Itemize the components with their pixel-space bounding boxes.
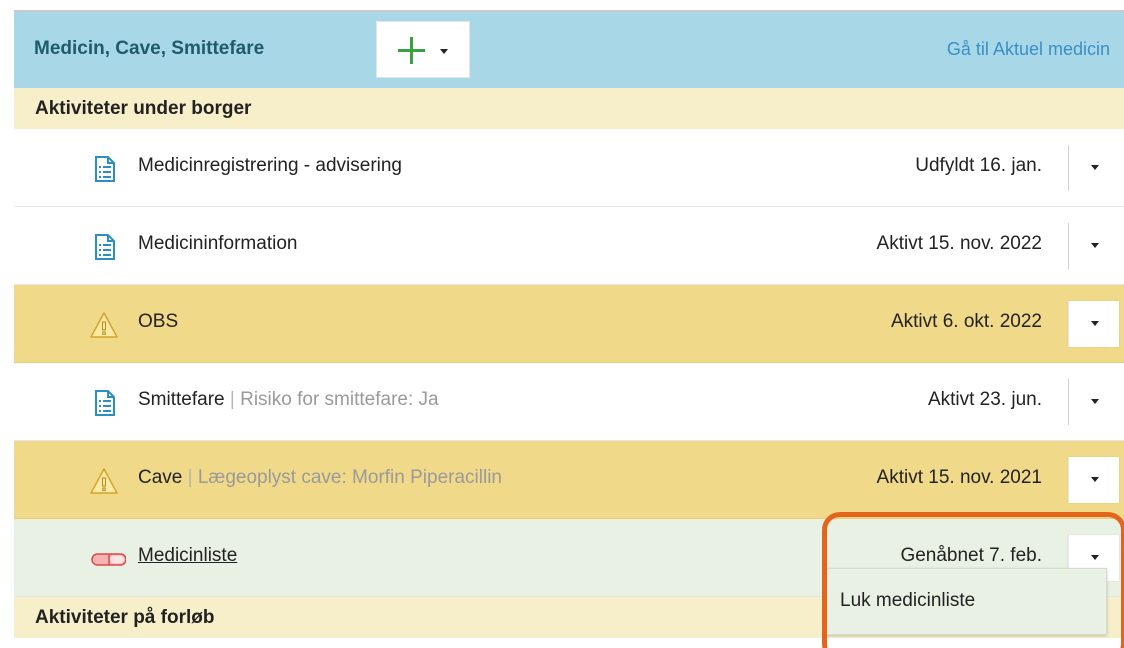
add-activity-button[interactable] <box>376 21 470 78</box>
activity-title: Cave | Lægeoplyst cave: Morfin Piperacil… <box>138 467 502 488</box>
panel-header: Medicin, Cave, Smittefare Gå til Aktuel … <box>14 12 1124 88</box>
row-menu-button[interactable] <box>1068 145 1119 191</box>
chevron-down-icon <box>1091 321 1099 326</box>
dropdown-item-label: Luk medicinliste <box>840 590 976 611</box>
plus-icon <box>398 37 425 64</box>
activity-title: Medicininformation <box>138 233 298 254</box>
section-label: Aktiviteter under borger <box>35 98 252 119</box>
activity-row-obs[interactable]: OBS Aktivt 6. okt. 2022 <box>14 285 1124 363</box>
chevron-down-icon <box>1091 555 1099 560</box>
section-header-borger: Aktiviteter under borger <box>14 88 1124 129</box>
activity-row-medicininformation[interactable]: Medicininformation Aktivt 15. nov. 2022 <box>14 207 1124 285</box>
activity-status: Aktivt 15. nov. 2022 <box>876 233 1042 254</box>
pill-icon <box>91 553 126 566</box>
chevron-down-icon <box>1091 243 1099 248</box>
activity-row-cave[interactable]: Cave | Lægeoplyst cave: Morfin Piperacil… <box>14 441 1124 519</box>
goto-current-medicine-link[interactable]: Gå til Aktuel medicin <box>947 39 1110 60</box>
warning-icon <box>90 468 118 494</box>
form-icon <box>95 156 115 182</box>
row-menu-button[interactable] <box>1068 379 1119 425</box>
activity-title: Medicinregistrering - advisering <box>138 155 402 176</box>
activity-subtitle: Risiko for smittefare: Ja <box>240 389 439 410</box>
row-menu-button[interactable] <box>1068 301 1119 347</box>
form-icon <box>95 390 115 416</box>
dropdown-item-luk-medicinliste[interactable]: Luk medicinliste <box>825 568 1107 635</box>
top-strip <box>0 0 1124 12</box>
activity-row-medicinregistrering[interactable]: Medicinregistrering - advisering Udfyldt… <box>14 129 1124 207</box>
chevron-down-icon <box>1091 399 1099 404</box>
section-label: Aktiviteter på forløb <box>35 607 215 628</box>
activity-status: Aktivt 6. okt. 2022 <box>890 311 1042 332</box>
medicine-panel: Medicin, Cave, Smittefare Gå til Aktuel … <box>14 12 1124 648</box>
activity-title: OBS <box>138 311 179 332</box>
row-menu-button[interactable] <box>1068 223 1119 269</box>
activity-status: Aktivt 15. nov. 2021 <box>876 467 1042 488</box>
activity-subtitle: Lægeoplyst cave: Morfin Piperacillin <box>197 467 502 488</box>
panel-title: Medicin, Cave, Smittefare <box>34 38 265 59</box>
medicinliste-link[interactable]: Medicinliste <box>138 545 237 567</box>
activity-status: Aktivt 23. jun. <box>927 389 1042 410</box>
chevron-down-icon <box>440 49 448 54</box>
activity-status: Udfyldt 16. jan. <box>915 155 1042 176</box>
chevron-down-icon <box>1091 477 1099 482</box>
chevron-down-icon <box>1091 165 1099 170</box>
row-menu-button[interactable] <box>1068 457 1119 503</box>
activity-title: Smittefare | Risiko for smittefare: Ja <box>138 389 439 410</box>
form-icon <box>95 234 115 260</box>
warning-icon <box>90 312 118 338</box>
activity-row-smittefare[interactable]: Smittefare | Risiko for smittefare: Ja A… <box>14 363 1124 441</box>
activity-status: Genåbnet 7. feb. <box>900 545 1042 566</box>
